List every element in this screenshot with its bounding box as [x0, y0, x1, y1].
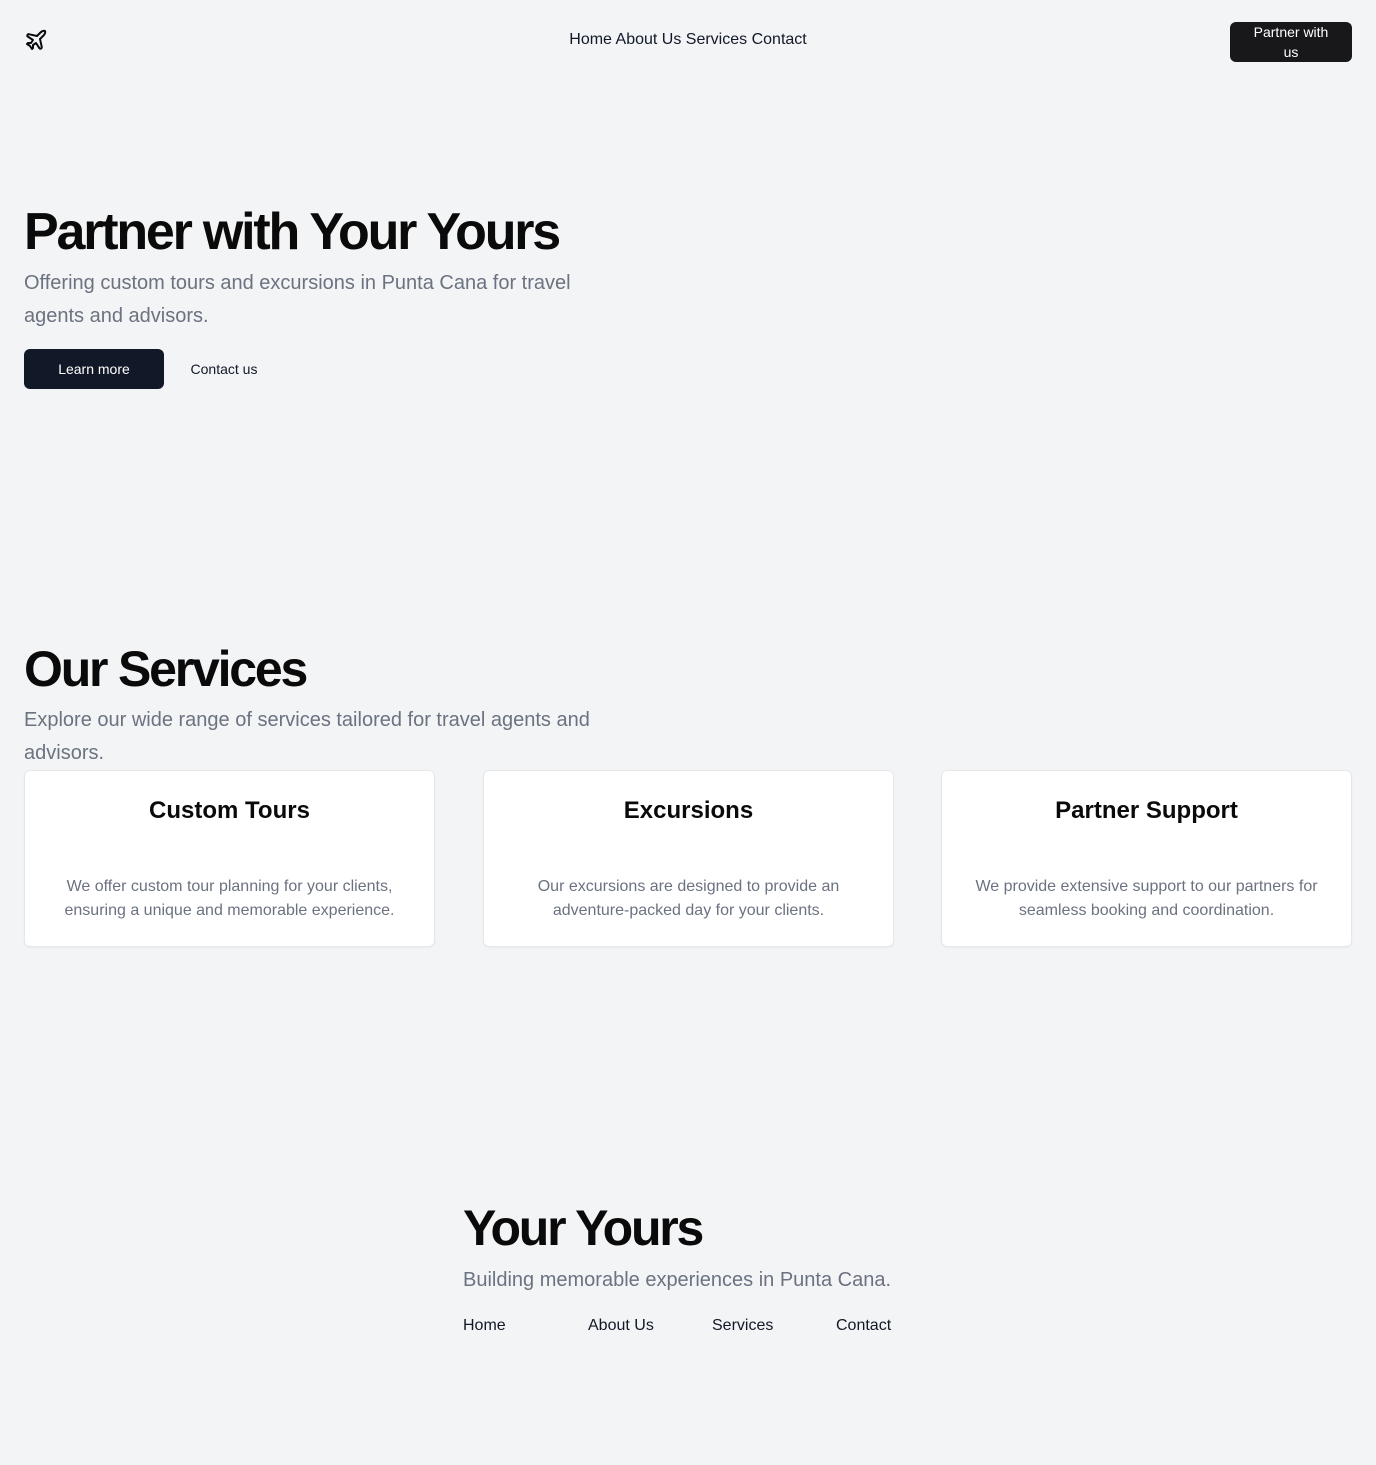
main-nav: Home About Us Services Contact — [0, 28, 1376, 52]
page: Home About Us Services Contact Partner w… — [0, 0, 1376, 1465]
service-card-text: We provide extensive support to our part… — [975, 878, 1318, 919]
services-title: Our Services — [24, 641, 308, 697]
footer-link-services[interactable]: Services — [712, 1314, 773, 1338]
service-card-custom-tours: Custom Tours We offer custom tour planni… — [24, 770, 435, 947]
service-card-title: Custom Tours — [149, 797, 310, 824]
nav-link-home[interactable]: Home — [569, 31, 612, 48]
service-card-title: Excursions — [623, 797, 754, 824]
service-card-excursions: Excursions Our excursions are designed t… — [483, 770, 894, 947]
site-header: Home About Us Services Contact Partner w… — [0, 0, 1376, 80]
footer-link-contact[interactable]: Contact — [836, 1314, 891, 1338]
services-subtitle: Explore our wide range of services tailo… — [24, 709, 590, 764]
nav-link-contact[interactable]: Contact — [752, 31, 807, 48]
service-card-partner-support: Partner Support We provide extensive sup… — [941, 770, 1352, 947]
partner-with-us-button[interactable]: Partner with us — [1230, 22, 1352, 62]
service-card-text: Our excursions are designed to provide a… — [537, 878, 840, 919]
nav-link-about-us[interactable]: About Us — [616, 31, 682, 48]
footer-subtitle: Building memorable experiences in Punta … — [463, 1269, 892, 1291]
hero-title: Partner with Your Yours — [24, 203, 561, 261]
nav-link-services[interactable]: Services — [686, 31, 747, 48]
footer-link-home[interactable]: Home — [463, 1314, 506, 1338]
footer-link-about-us[interactable]: About Us — [588, 1314, 654, 1338]
service-card-title: Partner Support — [1055, 797, 1238, 824]
contact-us-button[interactable]: Contact us — [172, 349, 276, 389]
hero-subtitle: Offering custom tours and excursions in … — [24, 272, 571, 327]
footer-title: Your Yours — [463, 1200, 704, 1256]
learn-more-button[interactable]: Learn more — [24, 349, 164, 389]
service-card-text: We offer custom tour planning for your c… — [64, 878, 395, 919]
